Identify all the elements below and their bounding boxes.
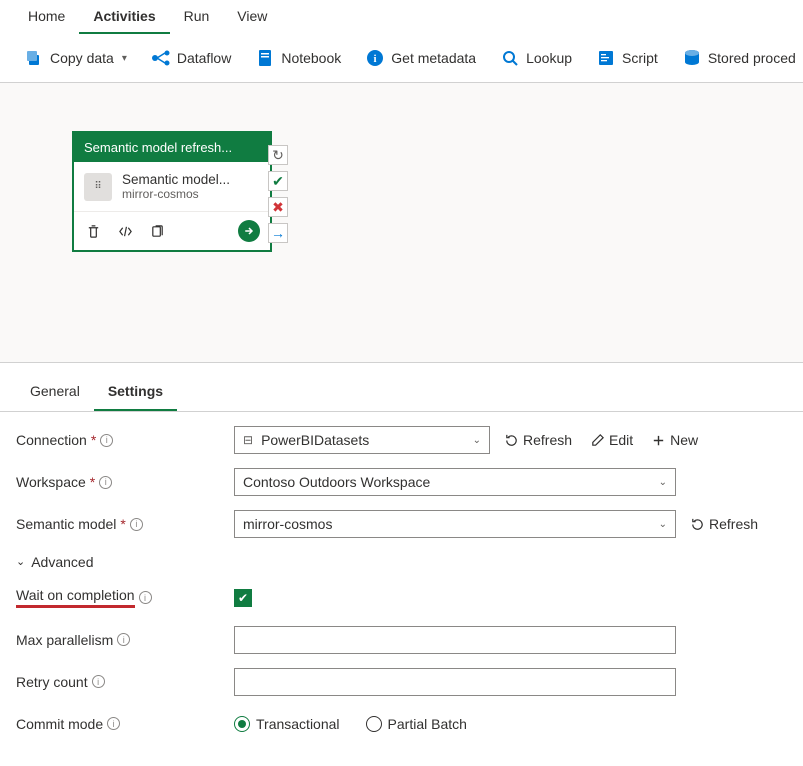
- info-icon[interactable]: i: [130, 518, 143, 531]
- commit-mode-partial-batch-radio[interactable]: Partial Batch: [366, 716, 467, 732]
- required-mark: *: [120, 516, 125, 532]
- port-success[interactable]: ✔: [268, 171, 288, 191]
- tool-stored-procedure[interactable]: Stored proced: [672, 44, 803, 72]
- stored-procedure-icon: [682, 48, 702, 68]
- info-icon[interactable]: i: [107, 717, 120, 730]
- activity-card-semantic-model-refresh[interactable]: Semantic model refresh... ⠿ Semantic mod…: [72, 131, 272, 252]
- connection-dropdown[interactable]: ⊟ PowerBIDatasets ⌄: [234, 426, 490, 454]
- row-commit-mode: Commit mode i Transactional Partial Batc…: [16, 710, 787, 738]
- copy-data-icon: [24, 48, 44, 68]
- row-retry-count: Retry count i: [16, 668, 787, 696]
- top-nav-tabs: Home Activities Run View: [0, 0, 803, 34]
- tab-home[interactable]: Home: [14, 0, 79, 34]
- activity-footer: [74, 211, 270, 250]
- row-connection: Connection * i ⊟ PowerBIDatasets ⌄ Refre…: [16, 426, 787, 454]
- required-mark: *: [90, 474, 95, 490]
- chevron-down-icon: ⌄: [473, 435, 481, 446]
- tool-get-metadata[interactable]: i Get metadata: [355, 44, 486, 72]
- label-commit-mode: Commit mode: [16, 716, 103, 732]
- svg-text:i: i: [374, 53, 377, 65]
- script-icon: [596, 48, 616, 68]
- retry-count-input[interactable]: [234, 668, 676, 696]
- wait-on-completion-checkbox[interactable]: ✔: [234, 589, 252, 607]
- label-retry-count: Retry count: [16, 674, 88, 690]
- chevron-down-icon: ⌄: [659, 519, 667, 530]
- tab-run[interactable]: Run: [170, 0, 224, 34]
- tool-dataflow[interactable]: Dataflow: [141, 44, 241, 72]
- activities-toolbar: Copy data ▾ Dataflow Notebook i Get meta…: [0, 34, 803, 83]
- activity-type-icon: ⠿: [84, 173, 112, 201]
- tab-activities[interactable]: Activities: [79, 0, 169, 34]
- notebook-icon: [255, 48, 275, 68]
- label-wait-on-completion: Wait on completion: [16, 587, 135, 608]
- delete-icon[interactable]: [84, 222, 102, 240]
- refresh-connection-button[interactable]: Refresh: [500, 428, 576, 452]
- tool-script[interactable]: Script: [586, 44, 668, 72]
- edit-connection-button[interactable]: Edit: [586, 428, 637, 452]
- settings-tabs: General Settings: [0, 363, 803, 412]
- row-semantic-model: Semantic model * i mirror-cosmos ⌄ Refre…: [16, 510, 787, 538]
- info-icon[interactable]: i: [99, 476, 112, 489]
- port-failure[interactable]: ✖: [268, 197, 288, 217]
- new-connection-button[interactable]: New: [647, 428, 702, 452]
- row-workspace: Workspace * i Contoso Outdoors Workspace…: [16, 468, 787, 496]
- activity-subtitle: mirror-cosmos: [122, 187, 230, 201]
- activity-header: Semantic model refresh...: [74, 133, 270, 162]
- port-skip[interactable]: →: [268, 223, 288, 243]
- max-parallelism-input[interactable]: [234, 626, 676, 654]
- commit-mode-transactional-radio[interactable]: Transactional: [234, 716, 340, 732]
- tool-copy-data[interactable]: Copy data ▾: [14, 44, 137, 72]
- run-arrow-icon[interactable]: [238, 220, 260, 242]
- required-mark: *: [91, 432, 96, 448]
- label-semantic-model: Semantic model: [16, 516, 116, 532]
- info-icon[interactable]: i: [117, 633, 130, 646]
- chevron-down-icon: ▾: [122, 53, 127, 64]
- dataflow-icon: [151, 48, 171, 68]
- lookup-icon: [500, 48, 520, 68]
- info-icon[interactable]: i: [139, 591, 152, 604]
- database-icon: ⊟: [243, 433, 253, 447]
- port-completion[interactable]: ↻: [268, 145, 288, 165]
- tab-settings[interactable]: Settings: [94, 377, 177, 411]
- metadata-icon: i: [365, 48, 385, 68]
- settings-form: Connection * i ⊟ PowerBIDatasets ⌄ Refre…: [0, 412, 803, 766]
- advanced-toggle[interactable]: ⌄ Advanced: [16, 554, 94, 570]
- code-icon[interactable]: [116, 222, 134, 240]
- workspace-dropdown[interactable]: Contoso Outdoors Workspace ⌄: [234, 468, 676, 496]
- activity-output-ports: ↻ ✔ ✖ →: [268, 145, 288, 249]
- row-wait-on-completion: Wait on completion i ✔: [16, 584, 787, 612]
- label-connection: Connection: [16, 432, 87, 448]
- refresh-semantic-model-button[interactable]: Refresh: [686, 512, 762, 536]
- tool-notebook[interactable]: Notebook: [245, 44, 351, 72]
- chevron-down-icon: ⌄: [16, 555, 25, 568]
- info-icon[interactable]: i: [100, 434, 113, 447]
- copy-icon[interactable]: [148, 222, 166, 240]
- activity-title: Semantic model...: [122, 172, 230, 187]
- pipeline-canvas[interactable]: Semantic model refresh... ⠿ Semantic mod…: [0, 83, 803, 363]
- label-max-parallelism: Max parallelism: [16, 632, 113, 648]
- semantic-model-dropdown[interactable]: mirror-cosmos ⌄: [234, 510, 676, 538]
- label-workspace: Workspace: [16, 474, 86, 490]
- chevron-down-icon: ⌄: [659, 477, 667, 488]
- tab-general[interactable]: General: [16, 377, 94, 411]
- tab-view[interactable]: View: [223, 0, 281, 34]
- activity-body: ⠿ Semantic model... mirror-cosmos: [74, 162, 270, 211]
- info-icon[interactable]: i: [92, 675, 105, 688]
- row-max-parallelism: Max parallelism i: [16, 626, 787, 654]
- tool-lookup[interactable]: Lookup: [490, 44, 582, 72]
